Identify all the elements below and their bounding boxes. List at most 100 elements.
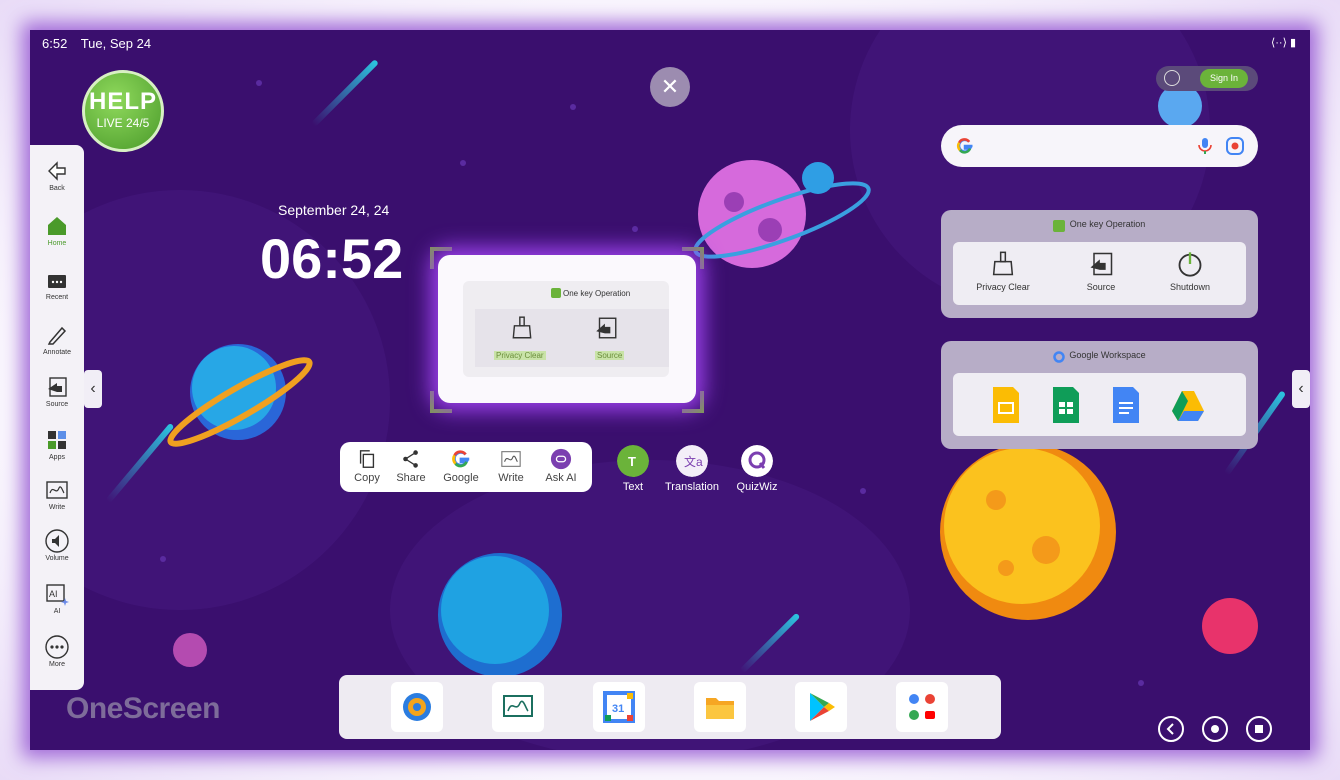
device-frame: 6:52 Tue, Sep 24 ⟨··⟩ ▮ HELP LIVE 24/5 B… xyxy=(0,0,1340,780)
sidebar-item-apps[interactable]: Apps xyxy=(30,428,84,461)
privacy-clear-button[interactable]: Privacy Clear xyxy=(963,250,1043,292)
write-button[interactable]: Write xyxy=(486,448,536,484)
privacy-clear-label: Privacy Clear xyxy=(976,282,1030,292)
ringed-planet-pink xyxy=(693,160,871,268)
sidebar-item-label: Home xyxy=(47,240,67,247)
lens-camera-icon[interactable] xyxy=(1225,136,1245,156)
google-workspace-panel: Google Workspace xyxy=(941,341,1258,449)
source-label: Source xyxy=(1086,282,1116,292)
google-apps-folder-icon xyxy=(909,694,935,720)
sidebar-item-label: Apps xyxy=(49,454,65,461)
dock-app-play-store[interactable] xyxy=(795,682,847,732)
ask-ai-button[interactable]: Ask AI xyxy=(536,448,586,484)
write-icon xyxy=(46,481,68,499)
copy-button[interactable]: Copy xyxy=(342,448,392,484)
screenshot-action-toolbar: Copy Share Google Write Ask AI xyxy=(340,442,592,492)
share-icon xyxy=(403,450,418,468)
app-dock: 31 xyxy=(339,675,1001,739)
volume-icon xyxy=(45,529,69,553)
quizwiz-label: QuizWiz xyxy=(736,481,778,493)
share-button[interactable]: Share xyxy=(386,448,436,484)
nav-home-button[interactable] xyxy=(1202,716,1228,742)
nav-recents-button[interactable] xyxy=(1246,716,1272,742)
copy-label: Copy xyxy=(354,472,380,484)
chevron-left-icon: ‹ xyxy=(1298,380,1304,397)
sidebar-item-label: Source xyxy=(45,401,69,408)
sidebar-item-label: Write xyxy=(48,504,66,511)
nav-back-button[interactable] xyxy=(1158,716,1184,742)
home-icon xyxy=(48,217,66,235)
recent-icon xyxy=(48,275,66,288)
sidebar-item-home[interactable]: Home xyxy=(30,214,84,247)
sidebar-item-label: Recent xyxy=(45,294,69,301)
translation-button[interactable]: 文a Translation xyxy=(657,445,727,493)
status-icons: ⟨··⟩ ▮ xyxy=(1271,36,1296,49)
source-icon xyxy=(1090,252,1113,276)
microphone-icon[interactable] xyxy=(1197,137,1213,155)
calendar-day-number: 31 xyxy=(612,703,624,715)
one-key-operation-panel: One key Operation Privacy Clear Source S… xyxy=(941,210,1258,318)
small-purple-planet xyxy=(173,633,207,667)
sidebar-item-ai[interactable]: AI AI xyxy=(30,582,84,615)
sidebar-item-label: Annotate xyxy=(42,349,72,356)
settings-icon xyxy=(403,693,431,721)
star-decoration xyxy=(1138,680,1144,686)
dock-app-whiteboard[interactable] xyxy=(492,682,544,732)
dock-app-settings[interactable] xyxy=(391,682,443,732)
svg-text:文a: 文a xyxy=(684,454,703,469)
star-decoration xyxy=(460,160,466,166)
sidebar-item-source[interactable]: Source xyxy=(30,375,84,408)
small-pink-planet xyxy=(1202,598,1258,654)
drive-icon[interactable] xyxy=(1171,385,1205,425)
clock-time: 06:52 xyxy=(260,227,404,290)
sidebar-item-recent[interactable]: Recent xyxy=(30,268,84,301)
sidebar-collapse-tab[interactable]: ‹ xyxy=(84,370,102,408)
slides-icon[interactable] xyxy=(989,385,1023,425)
status-date: Tue, Sep 24 xyxy=(80,36,152,51)
ask-ai-icon xyxy=(550,448,572,470)
brush-icon xyxy=(992,251,1014,276)
sidebar-item-more[interactable]: More xyxy=(30,635,84,668)
screenshot-item-label: Privacy Clear xyxy=(494,351,546,360)
source-button[interactable]: Source xyxy=(1061,250,1141,292)
star-decoration xyxy=(860,488,866,494)
avatar-icon[interactable] xyxy=(1164,70,1180,86)
dock-app-google-folder[interactable] xyxy=(896,682,948,732)
close-icon: ✕ xyxy=(660,74,680,99)
sidebar-item-volume[interactable]: Volume xyxy=(30,529,84,562)
shutdown-button[interactable]: Shutdown xyxy=(1150,250,1230,292)
calendar-icon: 31 xyxy=(603,691,635,723)
star-decoration xyxy=(570,104,576,110)
close-button[interactable]: ✕ xyxy=(650,67,690,107)
whiteboard-icon xyxy=(503,695,533,717)
quizwiz-button[interactable]: QuizWiz xyxy=(722,445,792,493)
help-badge-subtitle: LIVE 24/5 xyxy=(96,116,150,130)
network-icon: ⟨··⟩ xyxy=(1270,37,1287,49)
share-label: Share xyxy=(396,472,426,484)
screenshot-preview[interactable]: One key Operation Privacy Clear Source xyxy=(438,255,696,403)
back-icon xyxy=(48,161,66,181)
shutdown-label: Shutdown xyxy=(1169,282,1211,292)
text-label: Text xyxy=(622,481,644,493)
google-search-bar[interactable] xyxy=(941,125,1258,167)
dock-app-calendar[interactable]: 31 xyxy=(593,682,645,732)
dock-app-files[interactable] xyxy=(694,682,746,732)
sheets-icon[interactable] xyxy=(1049,385,1083,425)
svg-text:T: T xyxy=(628,454,636,469)
sign-in-button[interactable]: Sign In xyxy=(1200,69,1248,88)
google-button[interactable]: Google xyxy=(436,448,486,484)
sidebar-item-write[interactable]: Write xyxy=(30,478,84,511)
help-badge[interactable]: HELP LIVE 24/5 xyxy=(82,70,164,152)
sidebar-item-label: More xyxy=(49,661,65,668)
apps-icon xyxy=(48,431,66,449)
right-panel-tab[interactable]: ‹ xyxy=(1292,370,1310,408)
translation-label: Translation xyxy=(664,481,719,493)
star-decoration xyxy=(256,80,262,86)
screenshot-content: One key Operation Privacy Clear Source xyxy=(463,281,669,377)
home-circle-icon xyxy=(1211,725,1219,733)
power-icon xyxy=(1178,252,1202,277)
sidebar-item-back[interactable]: Back xyxy=(30,159,84,192)
sidebar-item-annotate[interactable]: Annotate xyxy=(30,323,84,356)
write-icon xyxy=(501,451,521,467)
docs-icon[interactable] xyxy=(1109,385,1143,425)
